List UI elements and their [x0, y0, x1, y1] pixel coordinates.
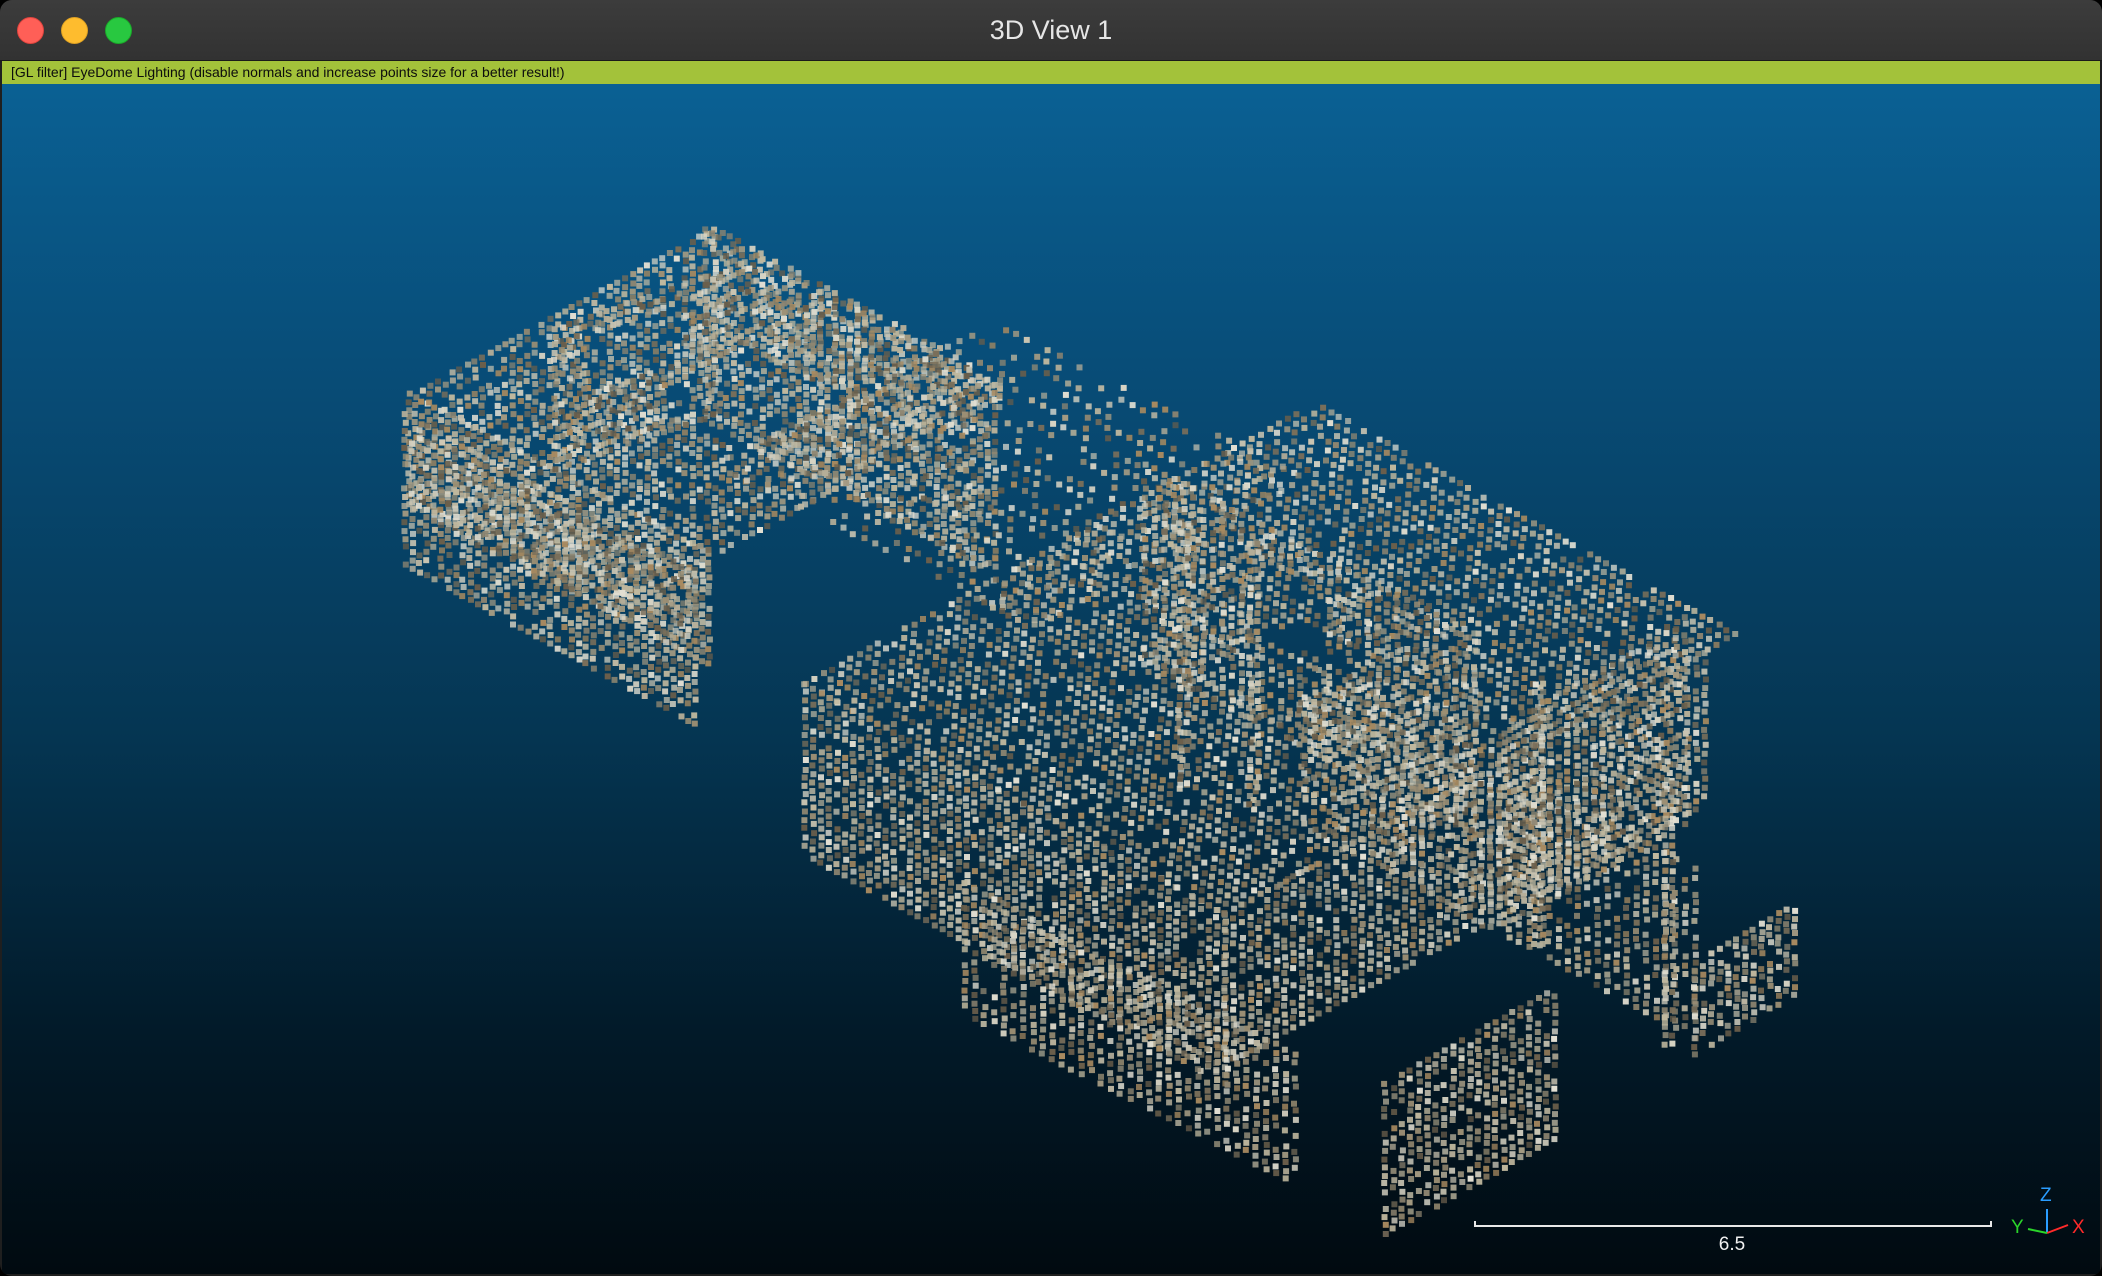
scale-bar-label: 6.5 [1718, 1234, 1746, 1255]
title-bar[interactable]: 3D View 1 [0, 0, 2102, 61]
axis-x-label: X [2072, 1217, 2085, 1238]
scale-bar [1474, 1225, 1992, 1227]
gl-filter-message: [GL filter] EyeDome Lighting (disable no… [2, 61, 2100, 84]
axis-gizmo: Y Z X [2002, 1183, 2092, 1253]
window-title: 3D View 1 [989, 15, 1113, 45]
app-window: 3D View 1 [GL filter] EyeDome Lighting (… [0, 0, 2102, 1276]
axis-y-label: Y [2011, 1217, 2024, 1238]
axis-z-label: Z [2040, 1185, 2052, 1206]
scale-bar-tick-right [1990, 1221, 1992, 1227]
point-cloud[interactable] [2, 61, 2100, 1274]
3d-viewport[interactable]: [GL filter] EyeDome Lighting (disable no… [2, 61, 2100, 1274]
